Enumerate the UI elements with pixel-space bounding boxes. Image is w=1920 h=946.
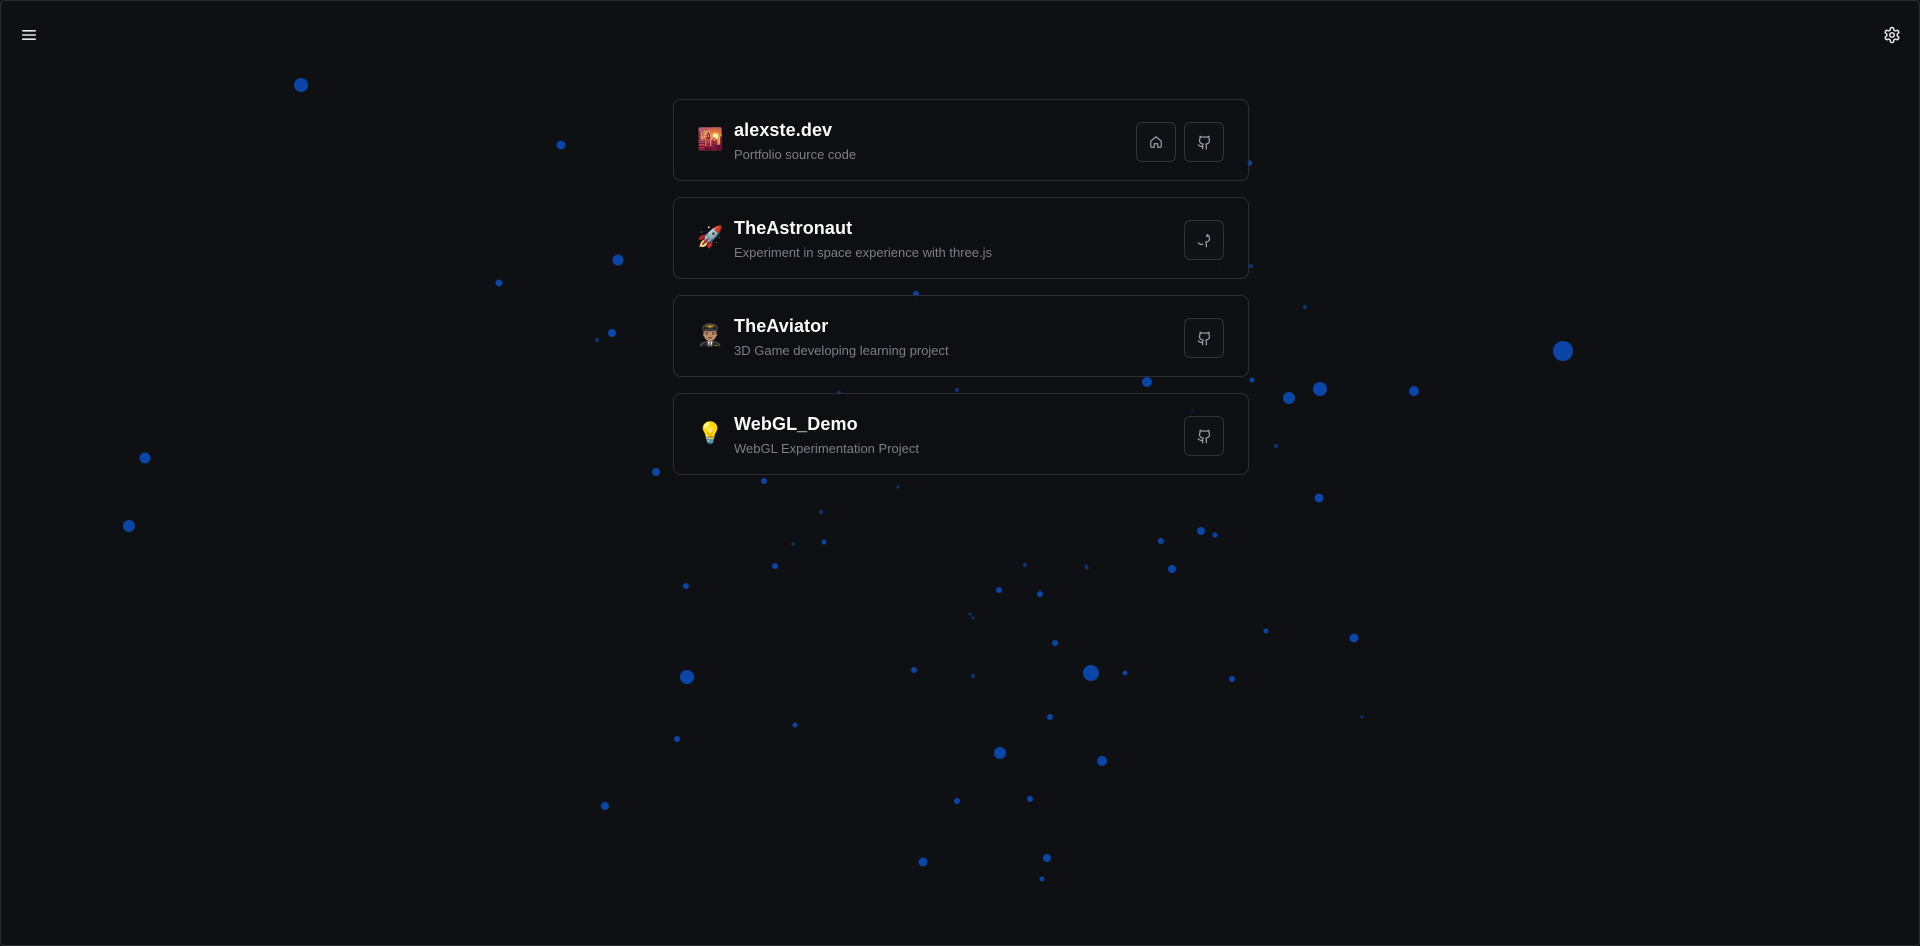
- project-card-alexste-dev[interactable]: 🌇 alexste.dev Portfolio source code: [673, 99, 1249, 181]
- pilot-icon: 👨🏽‍✈️: [697, 324, 724, 347]
- particle-dot: [911, 667, 917, 673]
- project-title[interactable]: TheAstronaut: [734, 217, 992, 239]
- project-text: TheAviator 3D Game developing learning p…: [734, 315, 949, 359]
- project-description: WebGL Experimentation Project: [734, 441, 919, 456]
- project-description: Portfolio source code: [734, 147, 857, 162]
- github-link-button[interactable]: [1184, 416, 1224, 456]
- rocket-icon: 🚀: [697, 226, 724, 249]
- particle-dot: [1313, 382, 1327, 396]
- github-icon: [1197, 331, 1210, 345]
- particle-dot: [1084, 564, 1088, 568]
- project-title[interactable]: alexste.dev: [734, 119, 856, 141]
- particle-dot: [612, 254, 624, 266]
- project-text: WebGL_Demo WebGL Experimentation Project: [734, 413, 919, 457]
- particle-dot: [1274, 444, 1278, 448]
- project-card-theastronaut[interactable]: 🚀 TheAstronaut Experiment in space exper…: [673, 197, 1249, 279]
- particle-dot: [1158, 538, 1164, 544]
- particle-dot: [1229, 676, 1235, 682]
- website-link-button[interactable]: [1136, 122, 1176, 162]
- project-text: alexste.dev Portfolio source code: [734, 119, 856, 163]
- github-link-button[interactable]: [1184, 220, 1224, 260]
- particle-dot: [595, 338, 599, 342]
- particle-dot: [1043, 854, 1051, 862]
- card-actions: [1184, 220, 1224, 260]
- project-description: 3D Game developing learning project: [734, 343, 949, 358]
- particle-dot: [1349, 633, 1359, 643]
- particle-dot: [601, 802, 609, 810]
- github-icon: [1197, 135, 1210, 149]
- particle-dot: [1037, 591, 1043, 597]
- particle-dot: [1212, 532, 1218, 538]
- project-card-webgl-demo[interactable]: 💡 WebGL_Demo WebGL Experimentation Proje…: [673, 393, 1249, 475]
- particle-dot: [123, 520, 135, 532]
- particle-dot: [683, 583, 689, 589]
- project-title[interactable]: TheAviator: [734, 315, 949, 337]
- lightbulb-icon: 💡: [697, 422, 724, 445]
- menu-button[interactable]: [15, 21, 43, 49]
- project-title[interactable]: WebGL_Demo: [734, 413, 919, 435]
- particle-dot: [968, 612, 972, 616]
- particle-dot: [1097, 756, 1107, 766]
- particle-dot: [994, 747, 1006, 759]
- particle-dot: [1303, 305, 1307, 309]
- particle-dot: [791, 542, 795, 546]
- particle-dot: [1047, 714, 1053, 720]
- github-link-button[interactable]: [1184, 318, 1224, 358]
- particle-dot: [1314, 493, 1324, 503]
- project-card-theaviator[interactable]: 👨🏽‍✈️ TheAviator 3D Game developing lear…: [673, 295, 1249, 377]
- particle-dot: [1283, 392, 1295, 404]
- cityscape-icon: 🌇: [697, 128, 724, 151]
- particle-dot: [139, 452, 151, 464]
- particle-dot: [821, 539, 827, 545]
- particle-dot: [1083, 665, 1099, 681]
- project-list: 🌇 alexste.dev Portfolio source code 🚀 Th…: [673, 99, 1249, 491]
- card-actions: [1184, 318, 1224, 358]
- particle-dot: [1052, 640, 1058, 646]
- github-icon: [1197, 429, 1210, 443]
- particle-dot: [1360, 715, 1364, 719]
- particle-dot: [1249, 377, 1255, 383]
- particle-dot: [792, 722, 798, 728]
- particle-dot: [918, 857, 928, 867]
- particle-dot: [495, 279, 503, 287]
- github-link-button[interactable]: [1184, 122, 1224, 162]
- hamburger-menu-icon: [22, 30, 36, 40]
- github-icon: [1197, 233, 1210, 247]
- particle-dot: [1263, 628, 1269, 634]
- particle-dot: [1249, 264, 1253, 268]
- particle-dot: [954, 798, 960, 804]
- particle-dot: [1027, 796, 1033, 802]
- project-text: TheAstronaut Experiment in space experie…: [734, 217, 992, 261]
- particle-dot: [1553, 341, 1573, 361]
- particle-dot: [971, 616, 975, 620]
- particle-dot: [1039, 876, 1045, 882]
- app-window: 🌇 alexste.dev Portfolio source code 🚀 Th…: [0, 0, 1920, 946]
- particle-dot: [971, 674, 975, 678]
- particle-dot: [608, 329, 616, 337]
- particle-dot: [674, 736, 680, 742]
- settings-button[interactable]: [1878, 21, 1906, 49]
- particle-dot: [819, 510, 823, 514]
- card-actions: [1184, 416, 1224, 456]
- particle-dot: [1409, 386, 1419, 396]
- gear-icon: [1884, 26, 1900, 44]
- particle-dot: [1023, 563, 1027, 567]
- particle-dot: [772, 563, 778, 569]
- particle-dot: [1168, 565, 1176, 573]
- particle-dot: [1197, 527, 1205, 535]
- home-icon: [1150, 136, 1162, 148]
- particle-dot: [1122, 670, 1128, 676]
- particle-dot: [680, 670, 694, 684]
- particle-dot: [294, 78, 308, 92]
- card-actions: [1136, 122, 1224, 162]
- particle-dot: [652, 468, 660, 476]
- project-description: Experiment in space experience with thre…: [734, 245, 992, 260]
- particle-dot: [556, 140, 566, 150]
- particle-dot: [996, 587, 1002, 593]
